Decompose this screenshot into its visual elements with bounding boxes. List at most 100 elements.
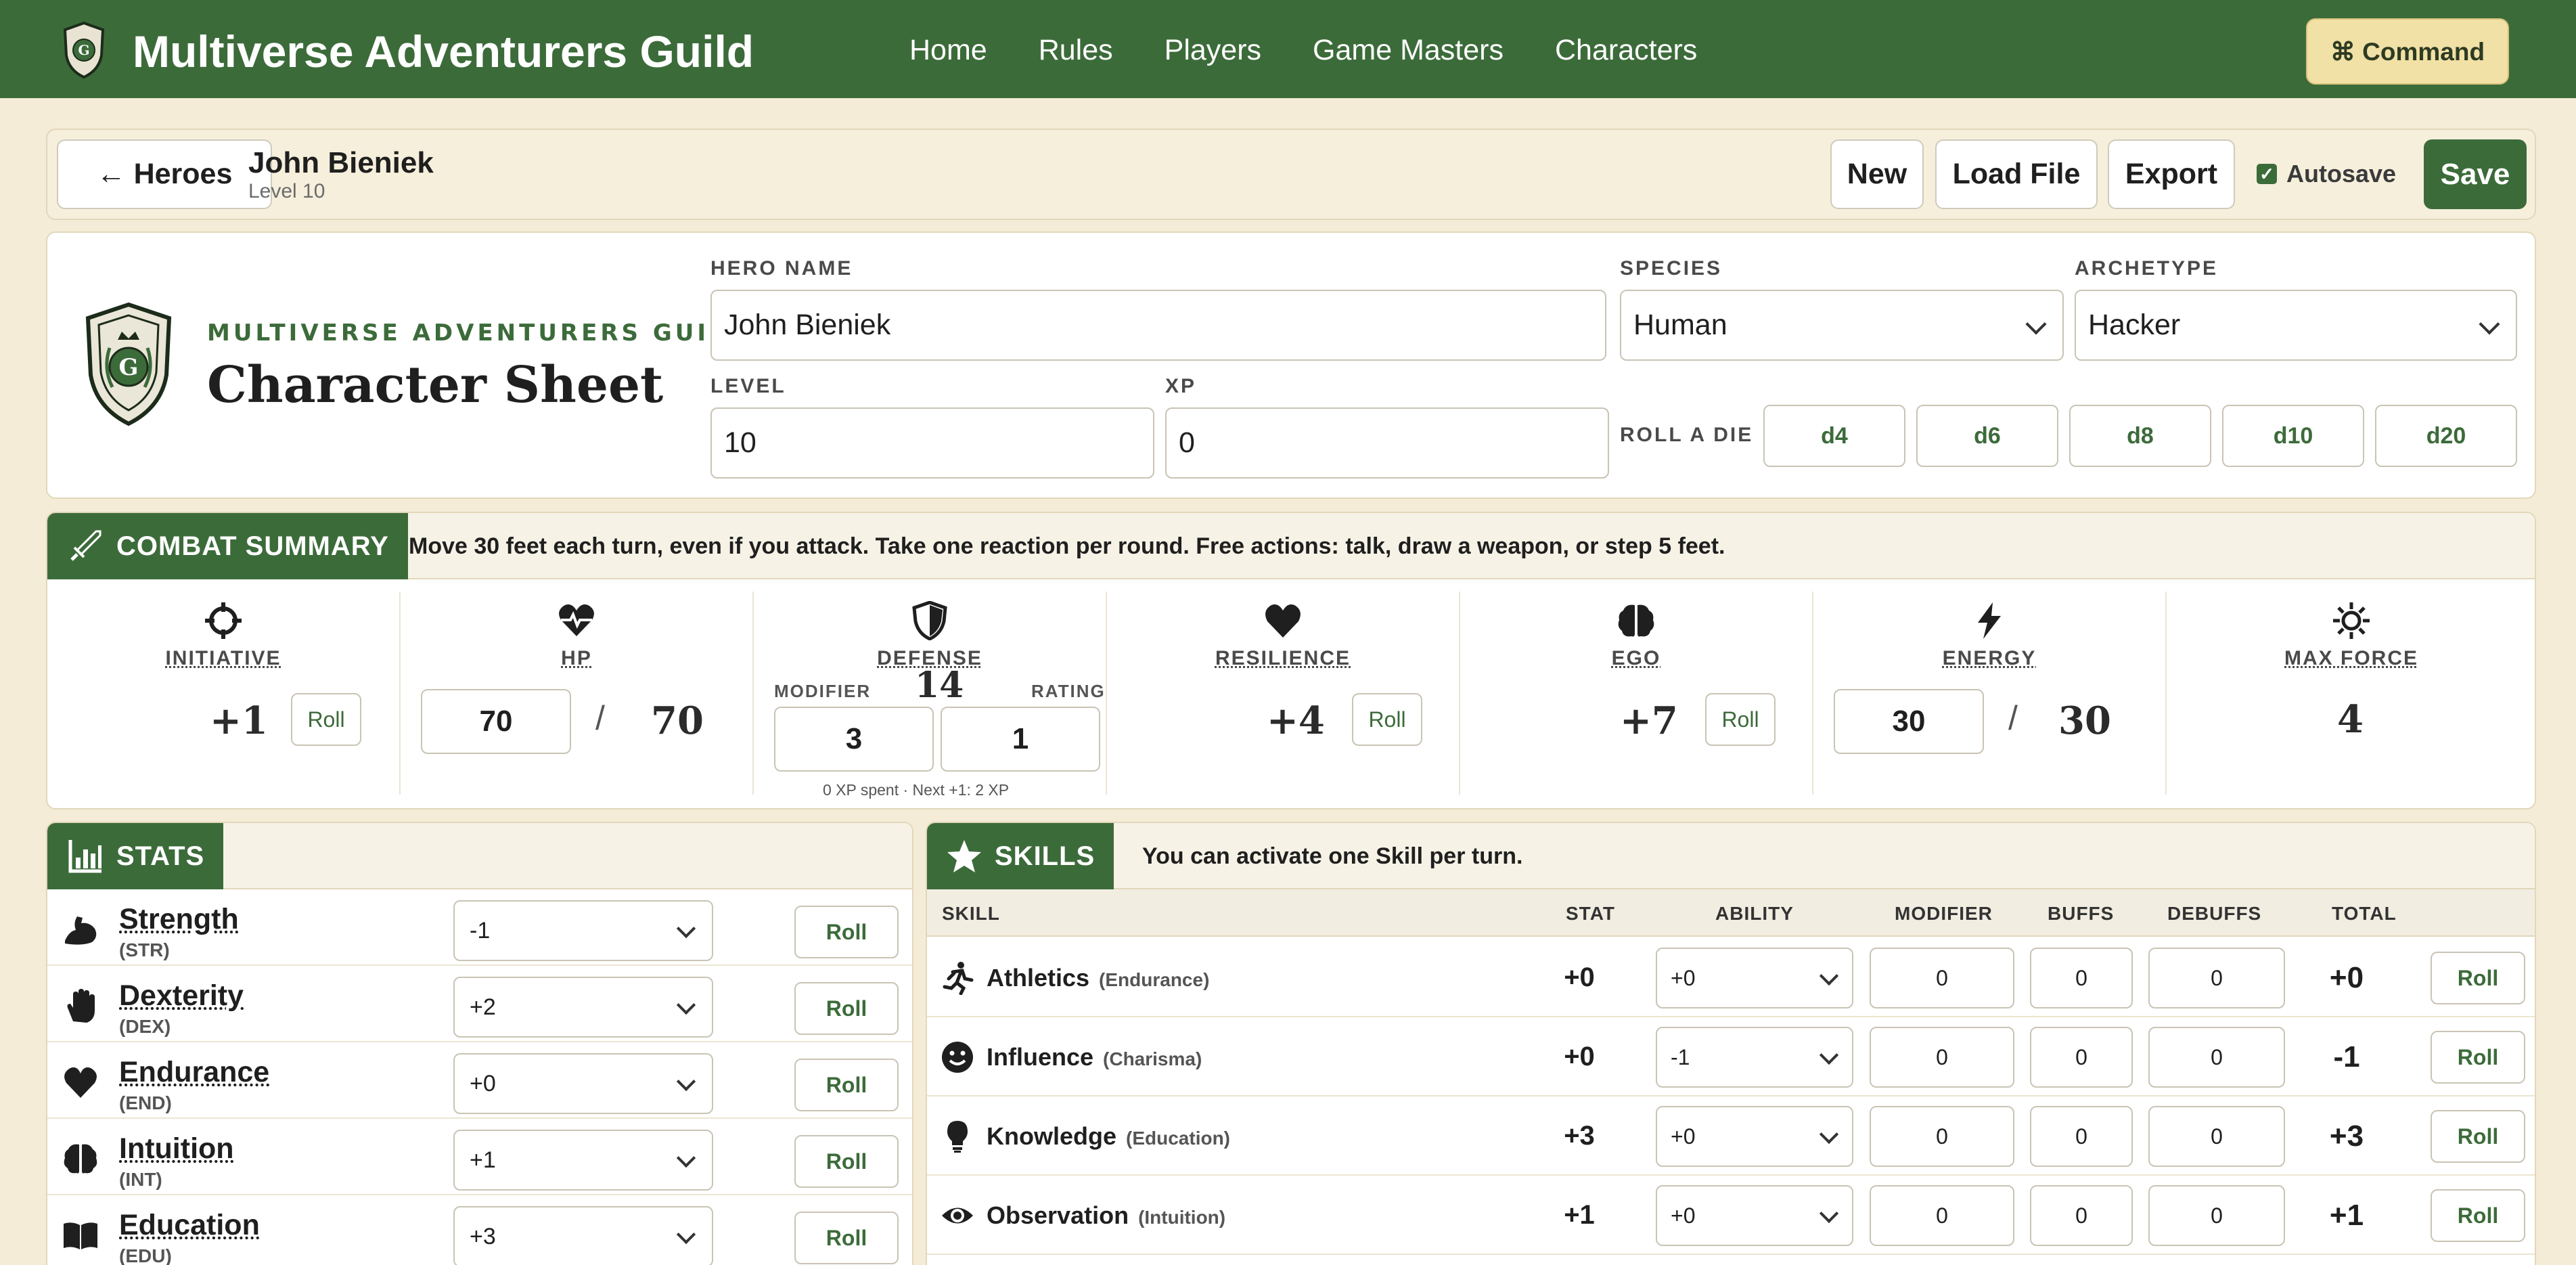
svg-text:G: G [78,42,89,58]
skill-roll-button[interactable]: Roll [2431,1189,2525,1242]
energy-label: ENERGY [1942,647,2037,669]
roll-d20-button[interactable]: d20 [2375,405,2517,467]
species-label: SPECIES [1620,257,1723,280]
max-force-panel: MAX FORCE 4 [2167,592,2535,795]
stat-value: -1 [470,917,491,944]
ego-label: EGO [1611,647,1661,669]
roll-d10-button[interactable]: d10 [2222,405,2364,467]
ego-roll-button[interactable]: Roll [1705,693,1776,746]
stat-value-select[interactable]: -1 [453,900,713,961]
ego-value: +7 [1620,698,1678,743]
nav-links: Home Rules Players Game Masters Characte… [909,34,1748,67]
skill-debuffs-input[interactable]: 0 [2148,1185,2285,1246]
skill-roll-button[interactable]: Roll [2431,1110,2525,1163]
initiative-roll-button[interactable]: Roll [291,693,361,746]
autosave-toggle[interactable]: ✓ Autosave [2257,160,2396,188]
energy-current-input[interactable]: 30 [1834,689,1984,754]
skill-row-knowledge: Knowledge (Education) +3 +0 0 0 0 +3 Roll [927,1096,2535,1176]
skill-ability-value: -1 [1671,1044,1690,1069]
skills-title: SKILLS [995,841,1095,871]
skill-modifier-input[interactable]: 0 [1870,948,2014,1008]
archetype-select[interactable]: Hacker [2075,290,2517,361]
skill-roll-button[interactable]: Roll [2431,952,2525,1004]
skill-ability-select[interactable]: +0 [1656,948,1853,1008]
skill-modifier-input[interactable]: 0 [1870,1185,2014,1246]
sun-icon [2332,601,2371,640]
skill-buffs-input[interactable]: 0 [2030,1106,2133,1167]
xp-input[interactable]: 0 [1165,407,1609,479]
star-icon [947,840,981,872]
stat-roll-button[interactable]: Roll [794,1059,899,1111]
skill-buffs-input[interactable]: 0 [2030,948,2133,1008]
skill-modifier-input[interactable]: 0 [1870,1027,2014,1088]
combat-summary-note: Move 30 feet each turn, even if you atta… [409,533,1725,559]
stat-value-select[interactable]: +2 [453,977,713,1038]
nav-link-characters[interactable]: Characters [1555,34,1697,67]
skill-stat-value: +1 [1564,1200,1595,1230]
max-force-value: 4 [2337,697,2364,742]
autosave-checkbox[interactable]: ✓ [2257,164,2277,184]
nav-link-home[interactable]: Home [909,34,987,67]
skill-ability-select[interactable]: -1 [1656,1027,1853,1088]
skill-roll-button[interactable]: Roll [2431,1031,2525,1084]
skill-buffs-input[interactable]: 0 [2030,1027,2133,1088]
stat-value-select[interactable]: +3 [453,1206,713,1265]
stat-name[interactable]: Intuition [119,1132,234,1166]
chevron-down-icon [676,918,696,939]
skill-debuffs-input[interactable]: 0 [2148,948,2285,1008]
defense-rating-input[interactable]: 1 [941,707,1100,772]
stat-value-select[interactable]: +1 [453,1130,713,1191]
stat-roll-button[interactable]: Roll [794,1135,899,1188]
load-file-button[interactable]: Load File [1935,139,2098,209]
stat-roll-button[interactable]: Roll [794,982,899,1035]
skill-debuffs-input[interactable]: 0 [2148,1027,2285,1088]
site-title[interactable]: Multiverse Adventurers Guild [133,26,754,77]
skill-debuffs-input[interactable]: 0 [2148,1106,2285,1167]
resilience-roll-button[interactable]: Roll [1352,693,1422,746]
stat-name[interactable]: Education [119,1209,260,1242]
stat-roll-button[interactable]: Roll [794,906,899,958]
roll-d6-button[interactable]: d6 [1916,405,2058,467]
skills-table-header: SKILL STAT ABILITY MODIFIER BUFFS DEBUFF… [927,889,2535,937]
stats-title: STATS [116,841,205,871]
skill-ability-select[interactable]: +0 [1656,1106,1853,1167]
smile-icon [941,1040,974,1074]
nav-link-rules[interactable]: Rules [1039,34,1113,67]
stat-name[interactable]: Strength [119,903,239,936]
stat-row-education: Education (EDU) +3 Roll [47,1195,912,1265]
roll-d4-button[interactable]: d4 [1763,405,1905,467]
stat-name[interactable]: Endurance [119,1056,269,1089]
stat-row-intuition: Intuition (INT) +1 Roll [47,1119,912,1195]
defense-modifier-label: MODIFIER [774,681,872,701]
stat-abbr: (DEX) [119,1016,171,1037]
guild-crest-icon[interactable]: G [61,20,107,80]
stat-name[interactable]: Dexterity [119,979,244,1013]
roll-d8-button[interactable]: d8 [2069,405,2211,467]
save-button[interactable]: Save [2424,139,2527,209]
export-button[interactable]: Export [2108,139,2235,209]
level-input[interactable]: 10 [710,407,1154,479]
stat-value-select[interactable]: +0 [453,1053,713,1114]
command-button[interactable]: ⌘ Command [2306,18,2509,85]
skills-tag: SKILLS [927,823,1114,889]
book-icon [62,1217,99,1253]
skill-buffs-input[interactable]: 0 [2030,1185,2133,1246]
col-skill: SKILL [942,903,1000,924]
skill-modifier-input[interactable]: 0 [1870,1106,2014,1167]
stat-row-endurance: Endurance (END) +0 Roll [47,1042,912,1119]
skill-ability-select[interactable]: +0 [1656,1185,1853,1246]
muscle-icon [62,911,99,948]
hp-current-input[interactable]: 70 [421,689,571,754]
new-button[interactable]: New [1830,139,1924,209]
nav-link-players[interactable]: Players [1165,34,1261,67]
nav-link-game-masters[interactable]: Game Masters [1313,34,1504,67]
hp-slash: / [595,699,605,737]
chevron-down-icon [1819,1203,1839,1224]
hero-name-input[interactable]: John Bieniek [710,290,1606,361]
col-ability: ABILITY [1715,903,1794,924]
defense-modifier-input[interactable]: 3 [774,707,934,772]
species-select[interactable]: Human [1620,290,2064,361]
character-header-card: G MULTIVERSE ADVENTURERS GUILD Character… [46,231,2536,499]
back-to-heroes-button[interactable]: ← Heroes [57,139,272,209]
stat-roll-button[interactable]: Roll [794,1212,899,1264]
